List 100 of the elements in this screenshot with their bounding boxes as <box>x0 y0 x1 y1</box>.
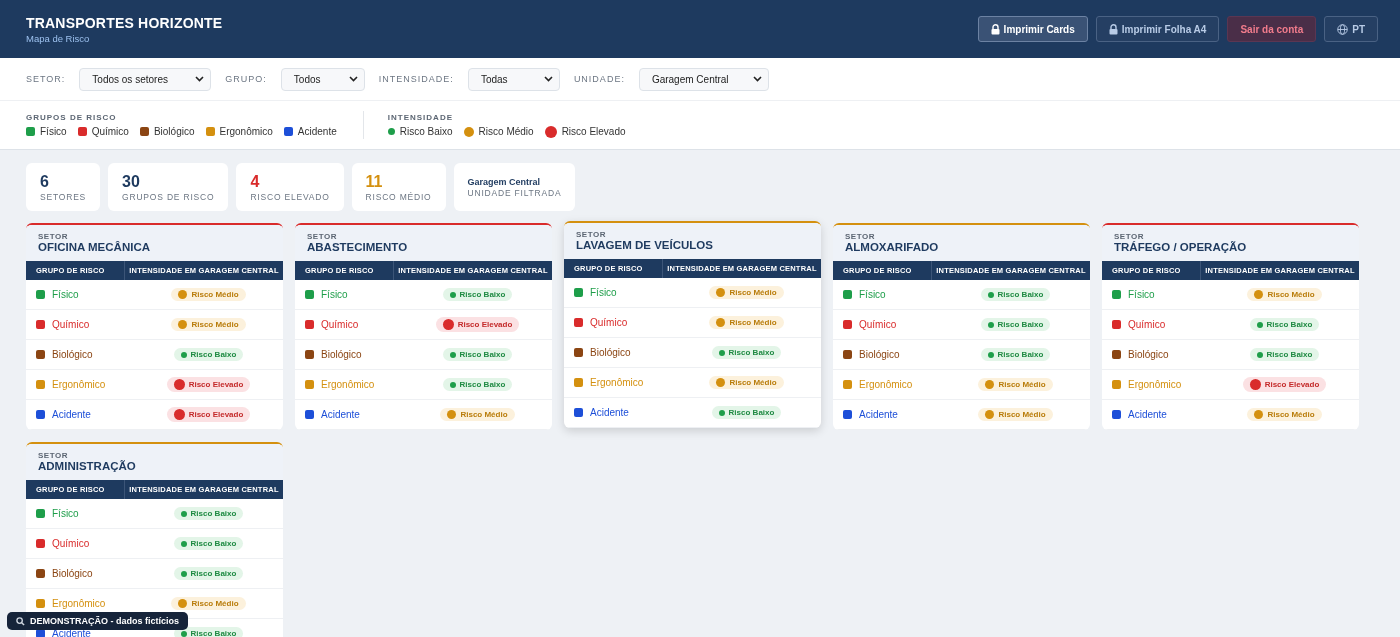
language-button[interactable]: PT <box>1324 16 1378 42</box>
filter-label: UNIDADE: <box>573 74 625 84</box>
sector-name: ALMOXARIFADO <box>845 241 940 253</box>
risk-level-badge: Risco Baixo <box>173 627 244 637</box>
filter-select[interactable]: Todos <box>280 67 365 91</box>
risk-level-badge: Risco Médio <box>1247 408 1322 421</box>
risk-group-name: Acidente <box>590 407 629 418</box>
risk-group-name: Químico <box>859 319 897 330</box>
risk-level-badge: Risco Médio <box>171 597 246 610</box>
risk-level-badge: Risco Médio <box>440 408 515 421</box>
risk-group-name: Químico <box>590 317 628 328</box>
risk-level-badge: Risco Baixo <box>1249 318 1320 331</box>
risk-group-name: Físico <box>1128 289 1155 300</box>
risk-group-name: Biológico <box>859 349 900 360</box>
sector-name: OFICINA MECÂNICA <box>38 241 151 253</box>
risk-level-badge: Risco Elevado <box>166 377 251 392</box>
stat-label: SETORES <box>40 191 87 202</box>
legend-label: Risco Médio <box>478 126 534 137</box>
risk-group-name: Acidente <box>859 409 898 420</box>
search-icon <box>16 616 25 626</box>
filter-select[interactable]: Todos os setores <box>79 67 212 91</box>
risk-level-badge: Risco Baixo <box>442 348 513 361</box>
risk-group-name: Químico <box>52 319 90 330</box>
risk-level-badge: Risco Médio <box>709 316 784 329</box>
sector-caption: SETOR <box>38 451 69 460</box>
risk-level-badge: Risco Baixo <box>711 406 782 419</box>
filter-label: SETOR: <box>26 74 66 84</box>
risk-level-badge: Risco Elevado <box>1242 377 1327 392</box>
risk-group-name: Físico <box>52 289 79 300</box>
legend-label: Químico <box>91 126 129 137</box>
risk-group-name: Ergonômico <box>52 379 106 390</box>
risk-group-name: Biológico <box>52 568 93 579</box>
risk-level-badge: Risco Baixo <box>1249 348 1320 361</box>
risk-group-name: Acidente <box>52 409 91 420</box>
risk-group-name: Físico <box>321 289 348 300</box>
sector-caption: SETOR <box>38 232 69 241</box>
filter-select[interactable]: Todas <box>467 67 560 91</box>
stat-value: Garagem Central <box>467 176 542 187</box>
stat-label: RISCO MÉDIO <box>365 191 432 202</box>
app-subtitle: Mapa de Risco <box>26 32 91 44</box>
risk-group-name: Químico <box>321 319 359 330</box>
risk-group-name: Físico <box>590 287 617 298</box>
demo-label: DEMONSTRAÇÃO - dados fictícios <box>30 616 179 626</box>
risk-level-badge: Risco Baixo <box>980 348 1051 361</box>
risk-group-name: Biológico <box>52 349 93 360</box>
risk-group-name: Físico <box>859 289 886 300</box>
filter-label: INTENSIDADE: <box>378 74 454 84</box>
sector-name: ADMINISTRAÇÃO <box>38 460 137 472</box>
risk-level-badge: Risco Baixo <box>173 348 244 361</box>
risk-level-badge: Risco Baixo <box>173 507 244 520</box>
risk-level-badge: Risco Baixo <box>442 378 513 391</box>
risk-level-badge: Risco Baixo <box>173 567 244 580</box>
sector-name: LAVAGEM DE VEÍCULOS <box>576 239 714 251</box>
sector-caption: SETOR <box>307 232 338 241</box>
stat-label: UNIDADE FILTRADA <box>467 187 562 198</box>
sector-name: ABASTECIMENTO <box>307 241 409 253</box>
lock-icon <box>990 23 1000 35</box>
legend-title: GRUPOS DE RISCO <box>26 113 118 122</box>
risk-group-name: Acidente <box>52 628 91 637</box>
stat-label: GRUPOS DE RISCO <box>122 191 215 202</box>
risk-level-badge: Risco Médio <box>978 378 1053 391</box>
risk-group-name: Biológico <box>321 349 362 360</box>
chevron-down-icon <box>543 76 553 82</box>
risk-group-name: Físico <box>52 508 79 519</box>
logout-button[interactable]: Sair da conta <box>1227 16 1317 42</box>
risk-group-name: Químico <box>1128 319 1166 330</box>
risk-group-name: Biológico <box>1128 349 1169 360</box>
risk-level-badge: Risco Médio <box>709 286 784 299</box>
legend-title: INTENSIDADE <box>387 112 454 122</box>
risk-level-badge: Risco Baixo <box>442 288 513 301</box>
print-button[interactable]: Imprimir Folha A4 <box>1095 16 1220 42</box>
risk-group-name: Acidente <box>321 409 360 420</box>
stat-label: RISCO ELEVADO <box>250 191 330 202</box>
app-title: TRANSPORTES HORIZONTE <box>26 14 223 31</box>
legend-label: Ergonômico <box>219 126 273 137</box>
chevron-down-icon <box>348 76 358 82</box>
stat-value: 11 <box>365 172 384 191</box>
risk-group-name: Ergonômico <box>1128 379 1182 390</box>
risk-level-badge: Risco Baixo <box>980 318 1051 331</box>
legend-label: Físico <box>40 126 67 137</box>
risk-level-badge: Risco Elevado <box>435 317 520 332</box>
risk-level-badge: Risco Baixo <box>711 346 782 359</box>
lock-icon <box>1108 23 1118 35</box>
stat-value: 30 <box>122 172 141 191</box>
stat-value: 6 <box>40 172 50 191</box>
risk-group-name: Ergonômico <box>590 377 644 388</box>
risk-group-name: Biológico <box>590 347 631 358</box>
legend-label: Risco Elevado <box>561 126 626 137</box>
risk-level-badge: Risco Baixo <box>980 288 1051 301</box>
sector-caption: SETOR <box>845 232 876 241</box>
legend-label: Biológico <box>153 126 195 137</box>
filter-select[interactable]: Garagem Central <box>638 67 769 91</box>
sector-caption: SETOR <box>576 230 607 239</box>
sector-name: TRÁFEGO / OPERAÇÃO <box>1114 241 1248 253</box>
risk-level-badge: Risco Médio <box>171 318 246 331</box>
print-button[interactable]: Imprimir Cards <box>977 16 1088 42</box>
risk-level-badge: Risco Baixo <box>173 537 244 550</box>
risk-group-name: Ergonômico <box>859 379 913 390</box>
risk-group-name: Acidente <box>1128 409 1167 420</box>
globe-icon <box>1337 23 1349 35</box>
